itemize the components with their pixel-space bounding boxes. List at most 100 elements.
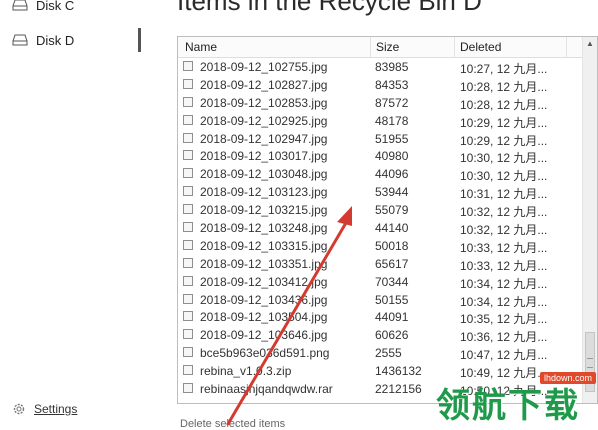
row-checkbox[interactable] — [183, 61, 193, 71]
file-size: 40980 — [375, 149, 409, 164]
deleted-time: 10:30, 12 九月... — [460, 169, 548, 184]
deleted-time: 10:27, 12 九月... — [460, 62, 548, 76]
row-checkbox[interactable] — [183, 275, 193, 286]
recycle-bin-list[interactable]: Name Size Deleted 2018-09-12_102755.jpg 8… — [177, 36, 598, 404]
file-size: 48178 — [375, 113, 409, 128]
table-row[interactable]: 2018-09-12_102827.jpg 84353 10:28, 12 九月..… — [178, 76, 597, 94]
file-name: 2018-09-12_103017.jpg — [200, 149, 328, 164]
table-row[interactable]: 2018-09-12_102947.jpg 51955 10:29, 12 九月..… — [178, 130, 597, 148]
row-checkbox[interactable] — [183, 365, 193, 376]
row-checkbox[interactable] — [183, 186, 193, 197]
delete-selected-link[interactable]: Delete selected items — [180, 418, 285, 430]
row-checkbox[interactable] — [183, 293, 193, 304]
file-size: 44091 — [375, 310, 409, 325]
sidebar-item-disk-c[interactable]: Disk C — [12, 0, 74, 16]
file-size: 50018 — [375, 238, 409, 253]
deleted-time: 10:34, 12 九月... — [460, 276, 548, 291]
file-name: 2018-09-12_103123.jpg — [200, 185, 328, 200]
deleted-time: 10:32, 12 九月... — [460, 205, 548, 220]
table-row[interactable]: 2018-09-12_103017.jpg 40980 10:30, 12 九月..… — [178, 147, 597, 165]
table-row[interactable]: 2018-09-12_103436.jpg 50155 10:34, 12 九月..… — [178, 291, 597, 309]
file-name: 2018-09-12_102755.jpg — [200, 60, 328, 74]
file-size: 84353 — [375, 77, 409, 92]
row-checkbox[interactable] — [183, 150, 193, 161]
table-row[interactable]: 2018-09-12_103646.jpg 60626 10:36, 12 九月..… — [178, 326, 597, 344]
column-header-name[interactable]: Name — [185, 40, 217, 54]
deleted-time: 10:47, 12 九月... — [460, 348, 548, 363]
column-separator[interactable] — [566, 37, 567, 57]
row-checkbox[interactable] — [183, 383, 193, 394]
deleted-time: 10:34, 12 九月... — [460, 294, 548, 309]
column-header-deleted[interactable]: Deleted — [460, 40, 501, 54]
sidebar-item-label: Disk D — [36, 32, 75, 48]
list-header: Name Size Deleted — [178, 37, 597, 58]
file-size: 83985 — [375, 60, 409, 74]
settings-label: Settings — [34, 402, 78, 416]
row-checkbox[interactable] — [183, 347, 193, 358]
table-row[interactable]: bce5b963e036d591.png 2555 10:47, 12 九月... — [178, 344, 597, 362]
file-size: 87572 — [375, 95, 409, 110]
row-checkbox[interactable] — [183, 168, 193, 179]
deleted-time: 10:29, 12 九月... — [460, 115, 548, 130]
deleted-time: 10:36, 12 九月... — [460, 330, 548, 345]
table-row[interactable]: 2018-09-12_102925.jpg 48178 10:29, 12 九月..… — [178, 112, 597, 130]
disk-icon — [12, 0, 28, 11]
file-name: rebinaasjnjqandqwdw.rar — [200, 382, 333, 397]
table-row[interactable]: 2018-09-12_103123.jpg 53944 10:31, 12 九月..… — [178, 183, 597, 201]
row-checkbox[interactable] — [183, 222, 193, 233]
table-row[interactable]: 2018-09-12_103048.jpg 44096 10:30, 12 九月..… — [178, 165, 597, 183]
file-name: 2018-09-12_102827.jpg — [200, 77, 328, 92]
scroll-up-arrow-icon[interactable]: ▲ — [586, 39, 594, 48]
file-name: 2018-09-12_103315.jpg — [200, 238, 328, 253]
column-separator[interactable] — [370, 37, 371, 57]
file-name: rebina_v1.0.3.zip — [200, 364, 292, 379]
file-name: 2018-09-12_103412.jpg — [200, 274, 328, 289]
row-checkbox[interactable] — [183, 78, 193, 89]
file-name: 2018-09-12_103351.jpg — [200, 256, 328, 271]
row-checkbox[interactable] — [183, 96, 193, 107]
gear-icon — [13, 403, 25, 415]
page-title: Items in the Recycle Bin D — [177, 0, 482, 16]
table-row[interactable]: 2018-09-12_103504.jpg 44091 10:35, 12 九月..… — [178, 308, 597, 326]
table-row[interactable]: 2018-09-12_102755.jpg 83985 10:27, 12 九月..… — [178, 58, 597, 76]
vertical-scrollbar[interactable]: ▲ — [582, 37, 597, 403]
sidebar-item-label: Disk C — [36, 0, 75, 13]
file-size: 60626 — [375, 328, 409, 343]
watermark-text: 领航下载 — [436, 386, 580, 426]
file-size: 70344 — [375, 274, 409, 289]
table-row[interactable]: 2018-09-12_102853.jpg 87572 10:28, 12 九月..… — [178, 94, 597, 112]
table-row[interactable]: 2018-09-12_103315.jpg 50018 10:33, 12 九月..… — [178, 237, 597, 255]
row-checkbox[interactable] — [183, 257, 193, 268]
deleted-time: 10:33, 12 九月... — [460, 258, 548, 273]
column-separator[interactable] — [454, 37, 455, 57]
file-name: 2018-09-12_102947.jpg — [200, 131, 328, 146]
table-row[interactable]: 2018-09-12_103248.jpg 44140 10:32, 12 九月..… — [178, 219, 597, 237]
file-name: 2018-09-12_102853.jpg — [200, 95, 328, 110]
row-checkbox[interactable] — [183, 114, 193, 125]
file-size: 65617 — [375, 256, 409, 271]
file-name: 2018-09-12_103504.jpg — [200, 310, 328, 325]
row-checkbox[interactable] — [183, 311, 193, 322]
table-row[interactable]: 2018-09-12_103351.jpg 65617 10:33, 12 九月..… — [178, 255, 597, 273]
sidebar-item-disk-d[interactable]: Disk D — [12, 29, 74, 51]
file-name: 2018-09-12_103048.jpg — [200, 167, 328, 182]
sidebar: Disk C Disk D Settings — [0, 0, 150, 425]
column-header-size[interactable]: Size — [376, 40, 399, 54]
row-checkbox[interactable] — [183, 239, 193, 250]
deleted-time: 10:28, 12 九月... — [460, 79, 548, 94]
grip-icon — [587, 358, 593, 368]
disk-icon — [12, 34, 28, 46]
deleted-time: 10:29, 12 九月... — [460, 133, 548, 148]
deleted-time: 10:28, 12 九月... — [460, 97, 548, 112]
row-checkbox[interactable] — [183, 329, 193, 340]
row-checkbox[interactable] — [183, 204, 193, 215]
file-size: 51955 — [375, 131, 409, 146]
row-checkbox[interactable] — [183, 132, 193, 143]
settings-link[interactable]: Settings — [12, 402, 77, 416]
table-row[interactable]: 2018-09-12_103215.jpg 55079 10:32, 12 九月..… — [178, 201, 597, 219]
selection-indicator — [138, 28, 141, 52]
file-size: 53944 — [375, 185, 409, 200]
list-rows: 2018-09-12_102755.jpg 83985 10:27, 12 九月..… — [178, 58, 597, 398]
file-name: 2018-09-12_103215.jpg — [200, 203, 328, 218]
table-row[interactable]: 2018-09-12_103412.jpg 70344 10:34, 12 九月..… — [178, 273, 597, 291]
